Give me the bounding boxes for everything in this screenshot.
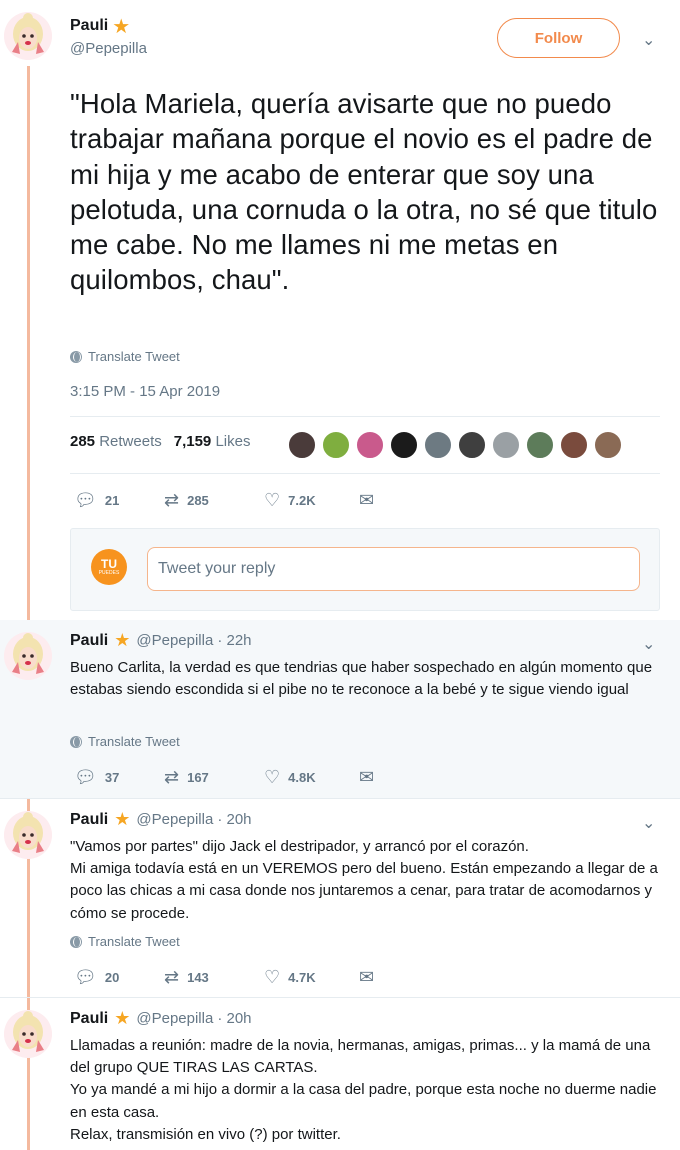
current-user-avatar[interactable]: TU PUEDES bbox=[91, 549, 127, 585]
direct-message-button[interactable]: ✉ bbox=[359, 967, 382, 988]
envelope-icon: ✉ bbox=[359, 490, 375, 510]
reply-text: Llamadas a reunión: madre de la novia, h… bbox=[70, 1035, 660, 1146]
retweet-button[interactable]: ⇄ 143 bbox=[164, 967, 264, 988]
reply-time[interactable]: · 20h bbox=[217, 811, 251, 828]
star-icon: ★ bbox=[114, 630, 131, 650]
liker-avatar[interactable] bbox=[424, 431, 452, 459]
retweet-icon: ⇄ bbox=[164, 967, 180, 987]
like-button[interactable]: ♡ 4.7K bbox=[264, 967, 359, 988]
reply-header: Pauli ★ @Pepepilla · 20h bbox=[70, 1008, 252, 1029]
liker-avatar[interactable] bbox=[390, 431, 418, 459]
globe-icon bbox=[70, 935, 82, 948]
liker-avatar[interactable] bbox=[356, 431, 384, 459]
envelope-icon: ✉ bbox=[359, 767, 375, 787]
retweet-button[interactable]: ⇄ 285 bbox=[164, 490, 264, 511]
author-handle[interactable]: @Pepepilla bbox=[136, 1010, 213, 1027]
reply-button[interactable]: 💬︎ 37 bbox=[74, 767, 164, 788]
direct-message-button[interactable]: ✉ bbox=[359, 767, 382, 788]
envelope-icon: ✉ bbox=[359, 967, 375, 987]
liker-avatar[interactable] bbox=[560, 431, 588, 459]
reply-header: Pauli ★ @Pepepilla · 20h bbox=[70, 809, 252, 830]
translate-tweet-link[interactable]: Translate Tweet bbox=[70, 734, 180, 749]
retweets-stat[interactable]: 285 Retweets bbox=[70, 433, 162, 450]
chevron-down-icon[interactable]: ⌄ bbox=[642, 813, 655, 833]
heart-icon: ♡ bbox=[264, 967, 281, 987]
heart-icon: ♡ bbox=[264, 490, 281, 510]
translate-label: Translate Tweet bbox=[88, 349, 180, 364]
tweet-text: "Hola Mariela, quería avisarte que no pu… bbox=[70, 88, 658, 296]
divider bbox=[70, 473, 660, 474]
liker-avatar[interactable] bbox=[594, 431, 622, 459]
reply-icon: 💬︎ bbox=[74, 490, 97, 510]
reply-text: Bueno Carlita, la verdad es que tendrias… bbox=[70, 659, 653, 699]
tweet-timestamp[interactable]: 3:15 PM - 15 Apr 2019 bbox=[70, 383, 220, 400]
star-icon: ★ bbox=[112, 15, 131, 38]
chevron-down-icon[interactable]: ⌄ bbox=[642, 30, 655, 50]
follow-button[interactable]: Follow bbox=[497, 18, 620, 58]
reply-time[interactable]: · 20h bbox=[217, 1010, 251, 1027]
retweet-icon: ⇄ bbox=[164, 767, 180, 787]
reply-header: Pauli ★ @Pepepilla · 22h bbox=[70, 630, 252, 651]
liker-avatar[interactable] bbox=[288, 431, 316, 459]
reply-text-line: Relax, transmisión en vivo (?) por twitt… bbox=[70, 1125, 341, 1143]
reply-actions: 💬︎ 37 ⇄ 167 ♡ 4.8K ✉ bbox=[74, 767, 382, 788]
tweet-header: Pauli ★ @Pepepilla bbox=[70, 14, 147, 58]
author-name[interactable]: Pauli bbox=[70, 1010, 108, 1028]
retweet-button[interactable]: ⇄ 167 bbox=[164, 767, 264, 788]
reply-icon: 💬︎ bbox=[74, 767, 97, 787]
star-icon: ★ bbox=[114, 809, 131, 829]
user-avatar[interactable] bbox=[4, 12, 52, 60]
tweet-actions: 💬︎ 21 ⇄ 285 ♡ 7.2K ✉ bbox=[74, 490, 382, 511]
reply-button[interactable]: 💬︎ 20 bbox=[74, 967, 164, 988]
reply-text-line: Llamadas a reunión: madre de la novia, h… bbox=[70, 1037, 651, 1077]
liker-avatar[interactable] bbox=[322, 431, 350, 459]
reply-tweet[interactable]: Pauli ★ @Pepepilla · 22h ⌄ Bueno Carlita… bbox=[0, 620, 680, 798]
reply-tweet[interactable]: Pauli ★ @Pepepilla · 20h ⌄ "Vamos por pa… bbox=[0, 799, 680, 997]
reply-input[interactable]: Tweet your reply bbox=[147, 547, 640, 591]
reply-tweet[interactable]: Pauli ★ @Pepepilla · 20h Llamadas a reun… bbox=[0, 998, 680, 1150]
author-name[interactable]: Pauli bbox=[70, 811, 108, 829]
liker-avatar[interactable] bbox=[492, 431, 520, 459]
reply-time[interactable]: · 22h bbox=[217, 632, 251, 649]
author-handle[interactable]: @Pepepilla bbox=[70, 40, 147, 57]
like-button[interactable]: ♡ 4.8K bbox=[264, 767, 359, 788]
liker-avatar[interactable] bbox=[526, 431, 554, 459]
globe-icon bbox=[70, 350, 82, 363]
liker-avatar[interactable] bbox=[458, 431, 486, 459]
likes-stat[interactable]: 7,159 Likes bbox=[174, 433, 251, 450]
likers-avatar-row bbox=[288, 431, 622, 459]
globe-icon bbox=[70, 735, 82, 748]
user-avatar[interactable] bbox=[4, 1010, 52, 1058]
reply-text-line: Yo ya mandé a mi hijo a dormir a la casa… bbox=[70, 1081, 657, 1121]
tweet-stats: 285 Retweets 7,159 Likes bbox=[70, 433, 250, 450]
divider bbox=[70, 416, 660, 417]
author-handle[interactable]: @Pepepilla bbox=[136, 632, 213, 649]
direct-message-button[interactable]: ✉ bbox=[359, 490, 382, 511]
reply-text: "Vamos por partes" dijo Jack el destripa… bbox=[70, 836, 660, 925]
heart-icon: ♡ bbox=[264, 767, 281, 787]
translate-tweet-link[interactable]: Translate Tweet bbox=[70, 934, 180, 949]
reply-text-line: Mi amiga todavía está en un VEREMOS pero… bbox=[70, 860, 658, 922]
reply-actions: 💬︎ 20 ⇄ 143 ♡ 4.7K ✉ bbox=[74, 967, 382, 988]
author-name[interactable]: Pauli bbox=[70, 17, 108, 35]
like-button[interactable]: ♡ 7.2K bbox=[264, 490, 359, 511]
user-avatar[interactable] bbox=[4, 632, 52, 680]
reply-icon: 💬︎ bbox=[74, 967, 97, 987]
retweet-icon: ⇄ bbox=[164, 490, 180, 510]
reply-button[interactable]: 💬︎ 21 bbox=[74, 490, 164, 511]
translate-tweet-link[interactable]: Translate Tweet bbox=[70, 349, 180, 364]
author-handle[interactable]: @Pepepilla bbox=[136, 811, 213, 828]
chevron-down-icon[interactable]: ⌄ bbox=[642, 634, 655, 654]
user-avatar[interactable] bbox=[4, 811, 52, 859]
star-icon: ★ bbox=[114, 1008, 131, 1028]
reply-composer: TU PUEDES Tweet your reply bbox=[70, 528, 660, 611]
author-name[interactable]: Pauli bbox=[70, 632, 108, 650]
reply-text-line: "Vamos por partes" dijo Jack el destripa… bbox=[70, 838, 529, 855]
